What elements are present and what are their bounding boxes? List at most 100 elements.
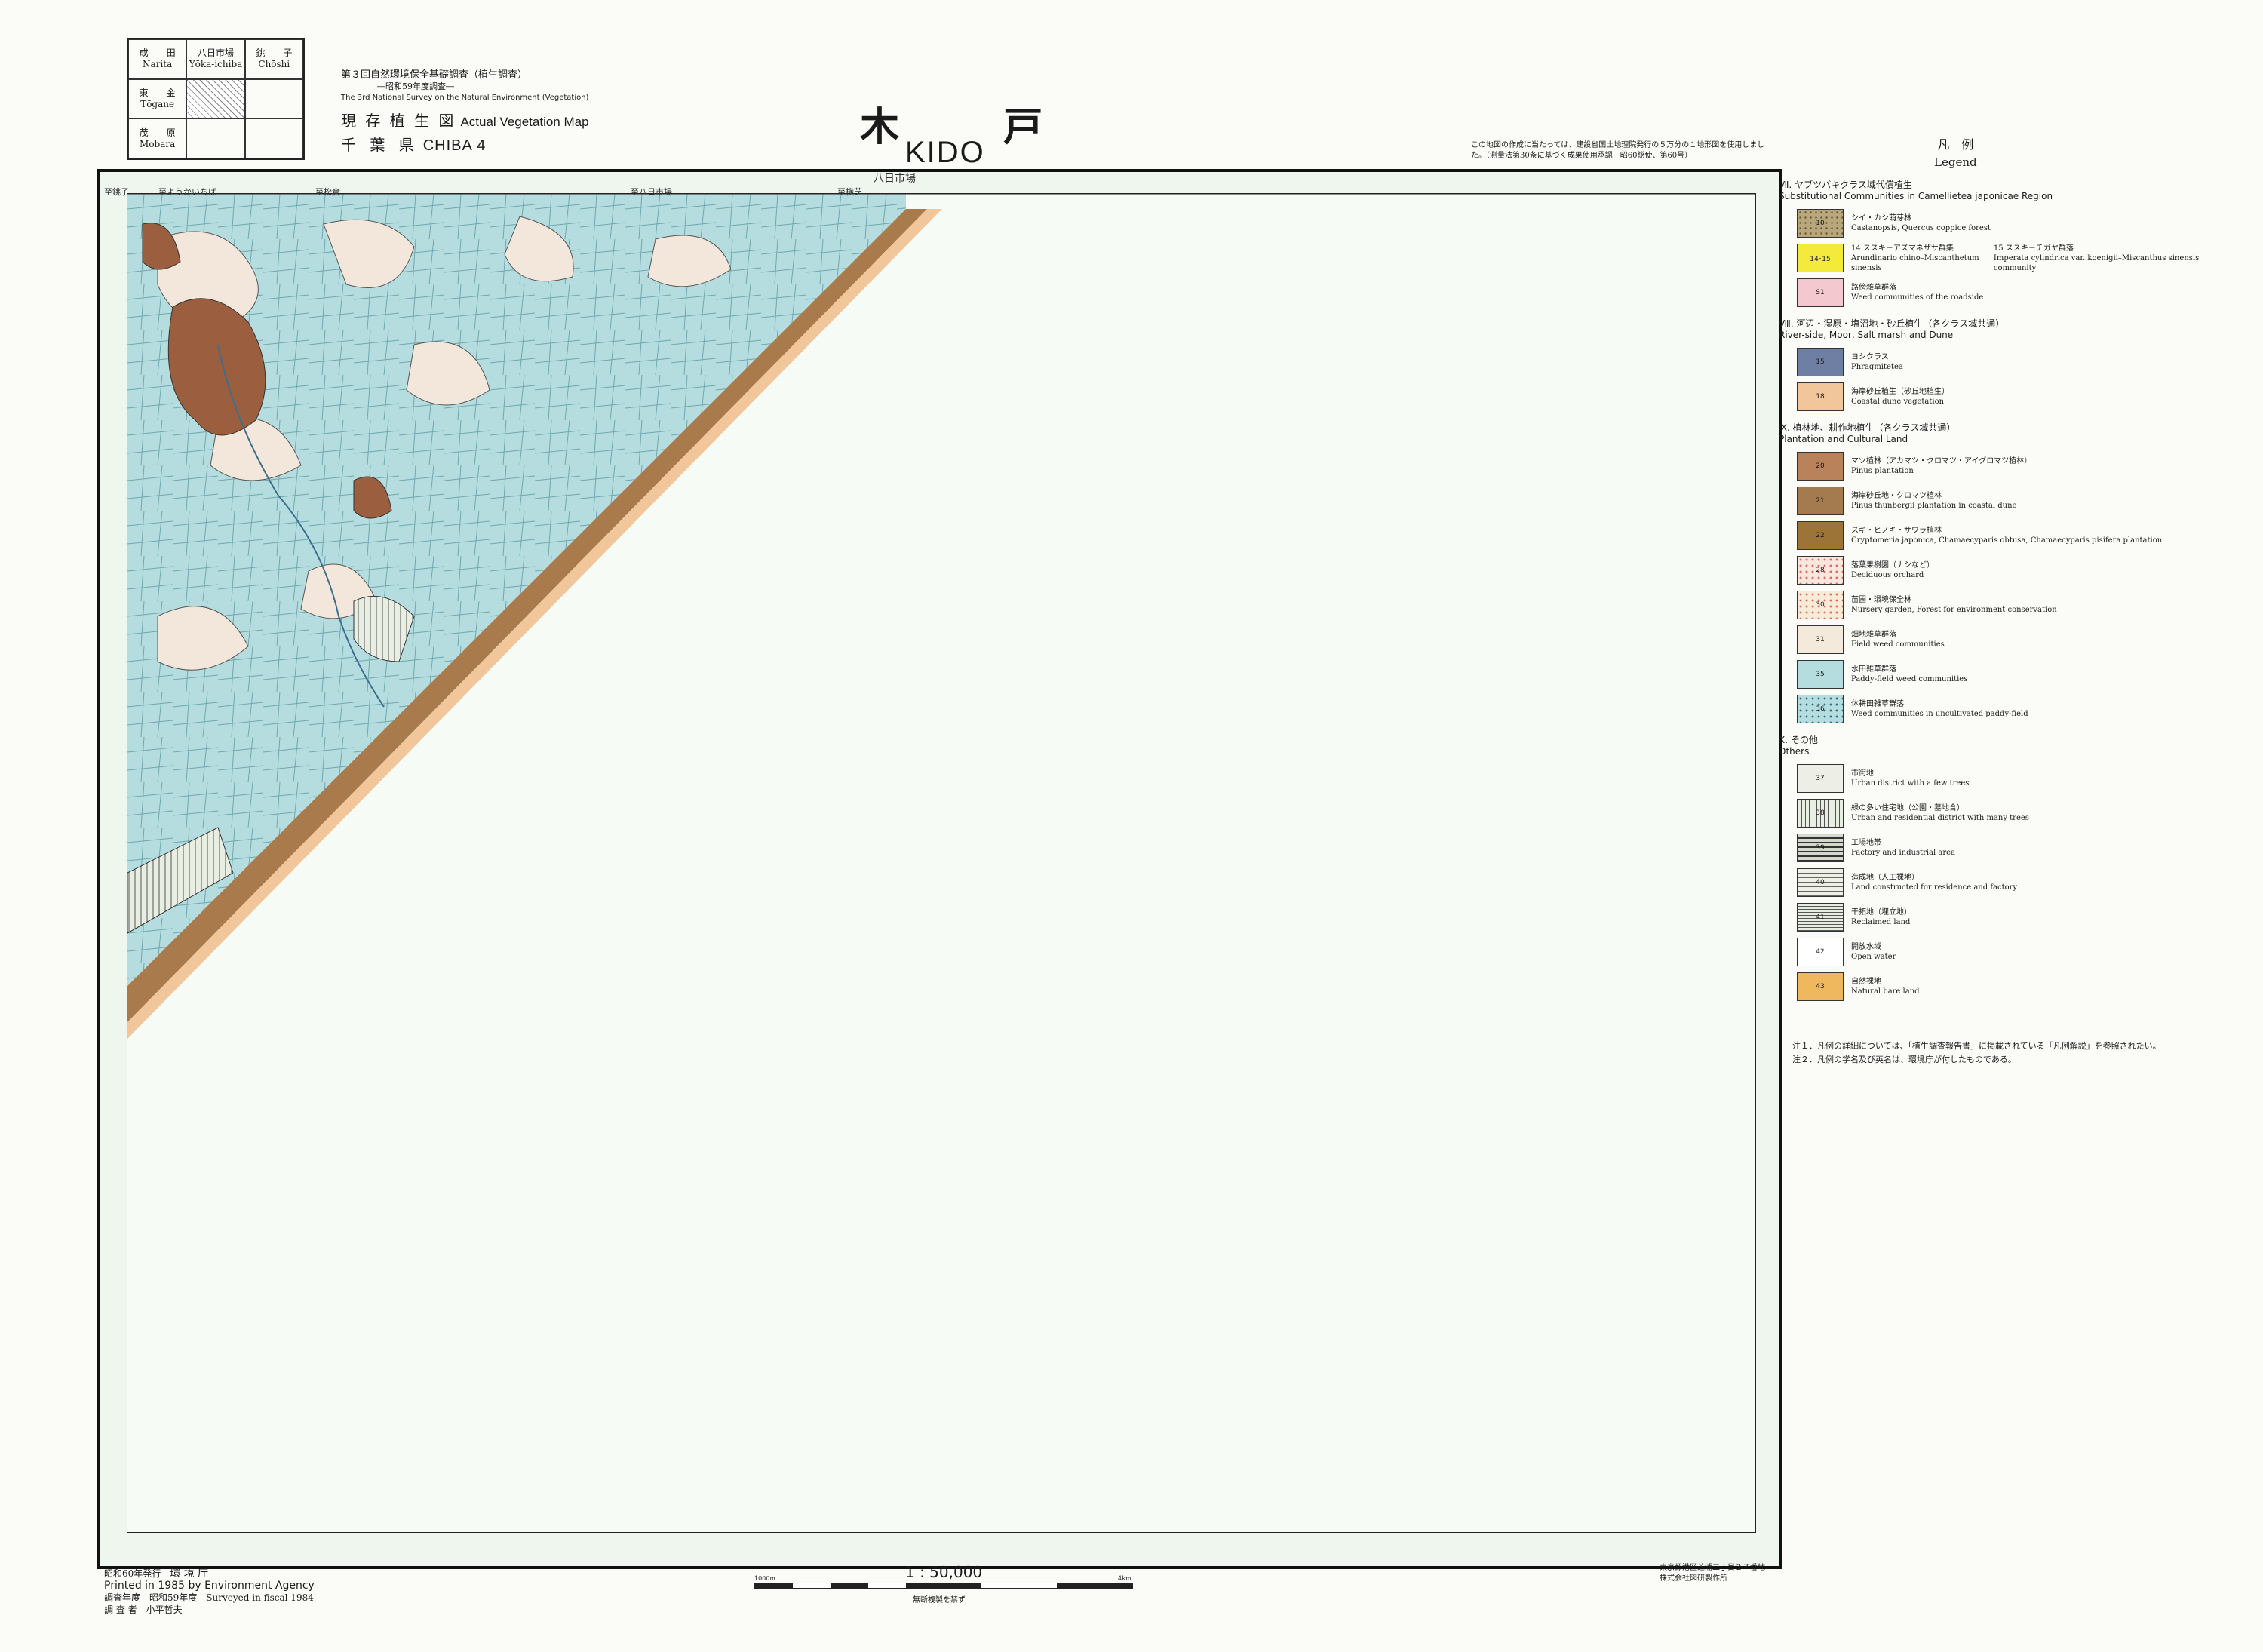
legend-text-en: Urban and residential district with many… bbox=[1851, 814, 2029, 822]
map-area[interactable] bbox=[127, 193, 1756, 1533]
printed-by: Printed in 1985 by Environment Agency bbox=[104, 1580, 315, 1592]
issued-year: 昭和60年発行 bbox=[104, 1568, 161, 1579]
legend-item: 39 工場地帯 Factory and industrial area bbox=[1797, 833, 2201, 863]
map-title-en: KIDO bbox=[905, 136, 985, 169]
index-cell-jp: 銚 子 bbox=[256, 48, 293, 59]
scale-ratio: 1 : 50,000 bbox=[905, 1563, 983, 1581]
legend-text-en: Urban district with a few trees bbox=[1851, 779, 1970, 788]
legend-item: 38 緑の多い住宅地（公園・墓地含） Urban and residential d… bbox=[1797, 798, 2201, 828]
legend-text: 14 ススキ－アズマネザサ群集 Arundinario chino–Miscant… bbox=[1851, 244, 1985, 273]
map-edge-label: 八日市場 bbox=[874, 173, 916, 185]
legend-title: 凡 例 Legend bbox=[1934, 134, 1977, 169]
legend-item: 10 シイ・カシ萌芽林 Castanopsis, Quercus coppice f… bbox=[1797, 208, 2201, 238]
index-cell-en: Narita bbox=[143, 59, 173, 70]
legend-text-jp: 路傍雑草群落 bbox=[1851, 284, 1896, 292]
legend-text-jp: 海岸砂丘地・クロマツ植林 bbox=[1851, 492, 1942, 500]
legend-section-heading: Ⅸ. 植林地、耕作地植生（各クラス域共通） Plantation and Cult… bbox=[1779, 422, 2201, 445]
printer-address: 東京都港区芝浦二丁目２７番地 bbox=[1660, 1564, 1765, 1572]
legend-swatch: 18 bbox=[1797, 382, 1844, 411]
legend-text: 苗圃・環境保全林 Nursery garden, Forest for envir… bbox=[1851, 595, 2057, 615]
legend-section-jp: Ⅸ. 植林地、耕作地植生（各クラス域共通） bbox=[1779, 422, 1956, 433]
legend-text-en: Nursery garden, Forest for environment c… bbox=[1851, 606, 2057, 614]
legend-section-jp: Ⅹ. その他 bbox=[1779, 735, 1818, 745]
legend-item: 22 スギ・ヒノキ・サワラ植林 Cryptomeria japonica, Cham… bbox=[1797, 520, 2201, 551]
legend-swatch: 21 bbox=[1797, 487, 1844, 515]
map-edge-label: 至ようかいちば bbox=[158, 187, 216, 197]
legend-text-en: Coastal dune vegetation bbox=[1851, 398, 1945, 406]
legend-swatch: 41 bbox=[1797, 903, 1844, 932]
legend-text-jp: 造成地（人工裸地） bbox=[1851, 874, 1919, 882]
legend-text: 海岸砂丘植生（砂丘地植生） Coastal dune vegetation bbox=[1851, 387, 1949, 407]
scale-left-label: 1000m bbox=[754, 1575, 775, 1582]
map-type-en: Actual Vegetation Map bbox=[460, 115, 589, 129]
legend-text-en: Weed communities of the roadside bbox=[1851, 293, 1984, 302]
index-cell bbox=[244, 118, 303, 158]
legend-text-en: Cryptomeria japonica, Chamaecyparis obtu… bbox=[1851, 536, 2163, 545]
legend-swatch: 14･15 bbox=[1797, 244, 1844, 272]
legend-swatch: 28 bbox=[1797, 556, 1844, 585]
legend-text-en: Land constructed for residence and facto… bbox=[1851, 883, 2018, 892]
legend-swatch: 40 bbox=[1797, 868, 1844, 897]
survey-title-en: The 3rd National Survey on the Natural E… bbox=[341, 94, 589, 102]
legend-text-en: Pinus thunbergii plantation in coastal d… bbox=[1851, 502, 2017, 510]
legend-text-jp: 市街地 bbox=[1851, 769, 1874, 778]
legend-text: 海岸砂丘地・クロマツ植林 Pinus thunbergii plantation … bbox=[1851, 491, 2016, 511]
legend-item: 40 造成地（人工裸地） Land constructed for residenc… bbox=[1797, 867, 2201, 898]
index-cell bbox=[186, 118, 245, 158]
legend-title-jp: 凡 例 bbox=[1937, 137, 1974, 152]
legend-item: 35 水田雑草群落 Paddy-field weed communities bbox=[1797, 659, 2201, 689]
legend-note: 注１．凡例の詳細については、「植生調査報告書」に掲載されている「凡例解説」を参照… bbox=[1792, 1041, 2161, 1051]
index-cell-jp: 東 金 bbox=[139, 87, 176, 98]
index-cell-en: Chōshi bbox=[258, 59, 290, 70]
legend-item: 20 マツ植林（アカマツ・クロマツ・アイグロマツ植林） Pinus plantati… bbox=[1797, 451, 2201, 481]
legend-section-jp: Ⅶ. ヤブツバキクラス域代償植生 bbox=[1779, 180, 1912, 190]
legend-text-jp: 14 ススキ－アズマネザサ群集 bbox=[1851, 244, 1954, 253]
legend-swatch: 35 bbox=[1797, 660, 1844, 689]
vegetation-map bbox=[127, 194, 1755, 1532]
index-cell-en: Tōgane bbox=[140, 98, 175, 109]
scale-right-label: 4km bbox=[1118, 1575, 1132, 1582]
legend-item: 15 ヨシクラス Phragmitetea bbox=[1797, 347, 2201, 377]
legend-item: 21 海岸砂丘地・クロマツ植林 Pinus thunbergii plantatio… bbox=[1797, 486, 2201, 516]
legend-item: 37 市街地 Urban district with a few trees bbox=[1797, 763, 2201, 794]
legend-section-heading: Ⅶ. ヤブツバキクラス域代償植生 Substitutional Communiti… bbox=[1779, 180, 2201, 202]
legend-section-heading: Ⅹ. その他 Others bbox=[1779, 735, 2201, 757]
map-edge-label: 至銚子 bbox=[104, 187, 129, 197]
legend-text-jp: マツ植林（アカマツ・クロマツ・アイグロマツ植林） bbox=[1851, 457, 2032, 465]
legend-swatch: 39 bbox=[1797, 834, 1844, 862]
legend-item: 42 開放水域 Open water bbox=[1797, 937, 2201, 967]
legend-section-en: Others bbox=[1779, 746, 1810, 757]
legend-swatch: 42 bbox=[1797, 938, 1844, 966]
index-cell-current bbox=[186, 78, 245, 119]
legend-text-en: Natural bare land bbox=[1851, 987, 1920, 996]
legend-text: 自然裸地 Natural bare land bbox=[1851, 977, 1920, 996]
index-cell: 銚 子 Chōshi bbox=[244, 39, 303, 79]
map-edge-label: 至八日市場 bbox=[631, 187, 672, 197]
survey-year-jp: 調査年度 昭和59年度 bbox=[104, 1592, 198, 1603]
map-type-jp: 現 存 植 生 図 bbox=[341, 112, 456, 130]
printer-info: 東京都港区芝浦二丁目２７番地 株式会社図研製作所 bbox=[1660, 1563, 1765, 1584]
index-cell: 八日市場 Yōka-ichiba bbox=[186, 39, 245, 79]
legend-swatch: 20 bbox=[1797, 452, 1844, 481]
agency-name: 環 境 庁 bbox=[170, 1568, 209, 1580]
sheet-code: CHIBA 4 bbox=[422, 137, 487, 154]
legend-text-jp: 畑地雑草群落 bbox=[1851, 631, 1896, 639]
legend-swatch: S1 bbox=[1797, 278, 1844, 307]
legend-swatch: 30 bbox=[1797, 591, 1844, 619]
legend-text-jp: 苗圃・環境保全林 bbox=[1851, 596, 1911, 604]
index-cell-jp: 茂 原 bbox=[139, 127, 176, 138]
legend-text-extra: 15 ススキ－チガヤ群落 Imperata cylindrica var. koe… bbox=[1994, 244, 2201, 273]
legend-swatch: 36 bbox=[1797, 695, 1844, 723]
legend-item: 14･15 14 ススキ－アズマネザサ群集 Arundinario chino–Mi… bbox=[1797, 243, 2201, 273]
legend-text-en: Factory and industrial area bbox=[1851, 849, 1956, 857]
legend-section-en: Substitutional Communities in Camelliete… bbox=[1779, 191, 2053, 201]
legend-text-en: Phragmitetea bbox=[1851, 363, 1903, 371]
copyright-note: 無断複製を禁ず bbox=[913, 1596, 966, 1604]
legend-text-en: Weed communities in uncultivated paddy-f… bbox=[1851, 710, 2028, 718]
legend-notes: 注１．凡例の詳細については、「植生調査報告書」に掲載されている「凡例解説」を参照… bbox=[1792, 1039, 2200, 1067]
legend-item: 18 海岸砂丘植生（砂丘地植生） Coastal dune vegetation bbox=[1797, 382, 2201, 412]
legend-text-en: Deciduous orchard bbox=[1851, 571, 1924, 579]
legend-swatch: 31 bbox=[1797, 625, 1844, 654]
legend-swatch: 10 bbox=[1797, 209, 1844, 238]
legend-text-jp: 自然裸地 bbox=[1851, 978, 1881, 986]
